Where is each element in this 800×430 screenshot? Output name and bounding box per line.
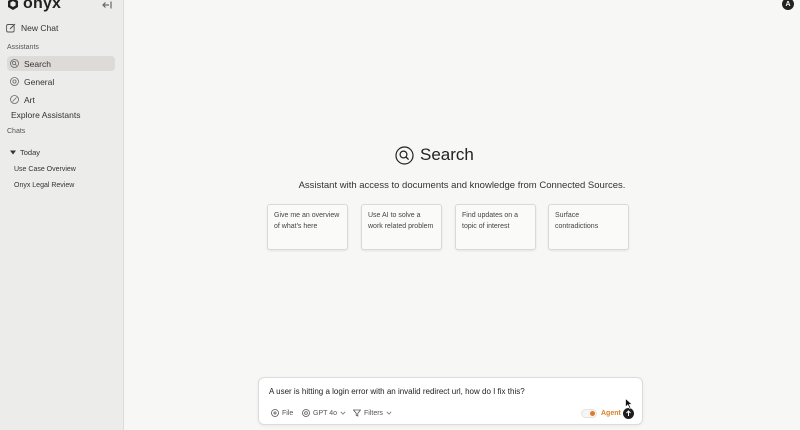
sidebar-item-label: Art [24, 94, 35, 105]
page-title: Search [420, 145, 474, 164]
starter-card[interactable]: Give me an overview of what's here [267, 204, 348, 250]
file-label: File [282, 409, 294, 417]
filters-label: Filters [364, 409, 384, 417]
sidebar-item-general[interactable]: General [7, 74, 115, 89]
new-chat-label: New Chat [21, 23, 59, 33]
collapse-sidebar-button[interactable] [100, 0, 114, 10]
chevron-down-icon [386, 411, 392, 415]
assistant-heading: Search [395, 145, 474, 165]
collapse-sidebar-icon [102, 1, 112, 9]
brand-logo[interactable]: onyx [6, 0, 61, 12]
sidebar-item-art[interactable]: Art [7, 92, 115, 107]
caret-down-icon [10, 150, 16, 155]
model-label: GPT 4o [313, 409, 337, 417]
edit-icon [6, 23, 16, 33]
starter-card[interactable]: Surface contradictions [548, 204, 629, 250]
filter-icon [353, 409, 361, 417]
sidebar-item-label: General [24, 76, 55, 87]
mouse-pointer-icon [625, 398, 633, 409]
model-selector[interactable]: GPT 4o [302, 409, 346, 417]
agent-toggle-knob [590, 411, 595, 416]
assistant-description: Assistant with access to documents and k… [298, 180, 626, 191]
sidebar-item-search[interactable]: Search [7, 56, 115, 71]
chat-composer: A user is hitting a login error with an … [258, 377, 643, 425]
brand-name: onyx [23, 0, 62, 12]
chevron-down-icon [340, 411, 346, 415]
explore-assistants-link[interactable]: Explore Assistants [11, 110, 80, 120]
send-button[interactable] [623, 408, 634, 419]
search-circle-icon [395, 145, 414, 165]
avatar[interactable]: A [782, 0, 794, 10]
filters-dropdown[interactable]: Filters [353, 409, 392, 417]
arrow-up-icon [625, 410, 632, 417]
search-circle-icon [10, 59, 19, 68]
today-group-toggle[interactable]: Today [10, 148, 40, 157]
starter-card[interactable]: Use AI to solve a work related problem [361, 204, 442, 250]
palette-icon [10, 95, 19, 104]
sidebar-item-label: Search [24, 58, 51, 69]
chat-item-use-case-overview[interactable]: Use Case Overview [14, 166, 76, 173]
assistants-section-label: Assistants [7, 44, 39, 51]
model-icon [302, 409, 310, 417]
today-label: Today [20, 148, 41, 157]
plus-circle-icon [271, 409, 279, 417]
chats-section-label: Chats [7, 128, 26, 135]
agent-toggle[interactable] [581, 409, 597, 418]
new-chat-button[interactable]: New Chat [6, 20, 58, 36]
sidebar: onyx New Chat Assistants Search General … [0, 0, 124, 430]
chat-item-onyx-legal-review[interactable]: Onyx Legal Review [14, 182, 74, 189]
message-input[interactable]: A user is hitting a login error with an … [269, 387, 525, 396]
onyx-logo-icon [6, 0, 20, 11]
attach-file-button[interactable]: File [271, 409, 293, 417]
starter-card[interactable]: Find updates on a topic of interest [455, 204, 536, 250]
circle-icon [10, 77, 19, 86]
agent-label[interactable]: Agent [601, 410, 621, 417]
